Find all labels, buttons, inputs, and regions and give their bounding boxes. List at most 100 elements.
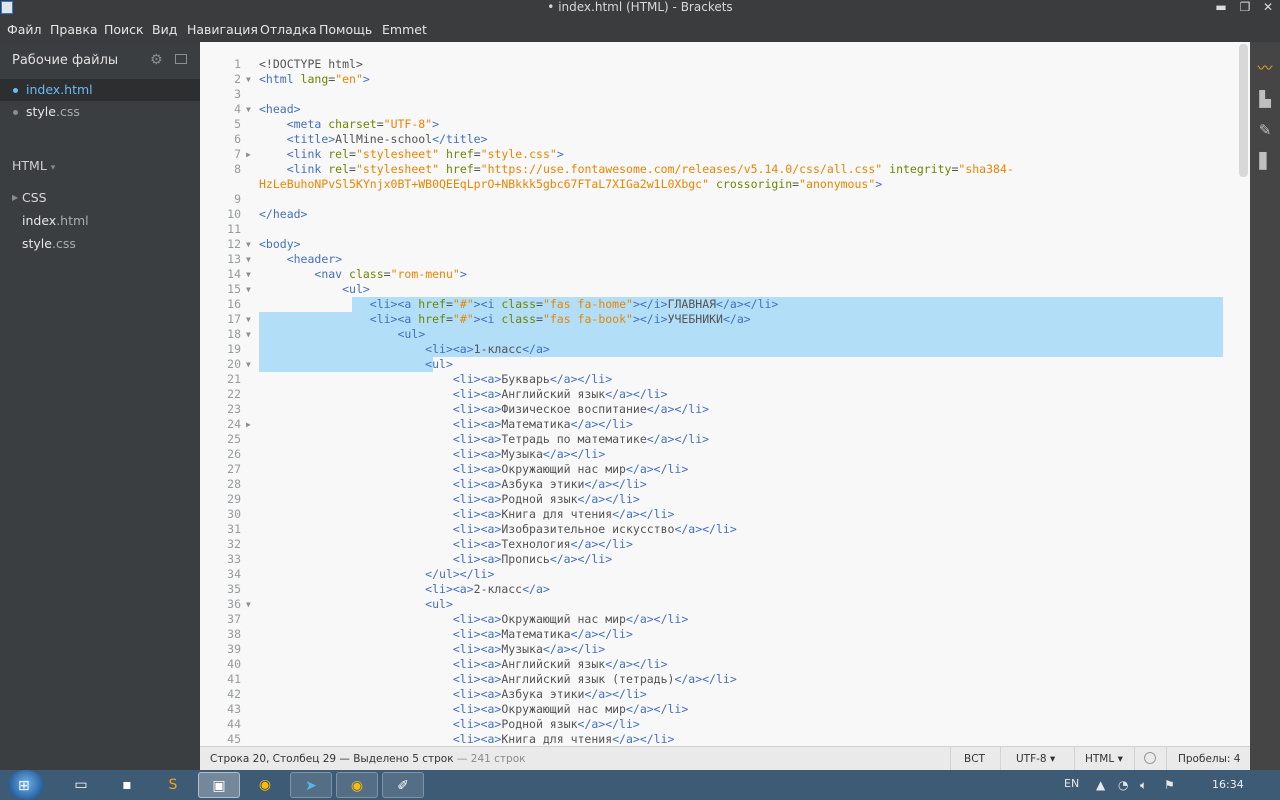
editor-scrollbar[interactable]: [1237, 42, 1250, 746]
tray-expand-icon[interactable]: ▲: [1096, 778, 1105, 792]
chrome-window-icon[interactable]: ◉: [336, 772, 378, 798]
insert-mode-toggle[interactable]: ВСТ: [964, 747, 985, 771]
fold-collapsed-icon[interactable]: ▶: [246, 417, 251, 432]
indent-setting[interactable]: Пробелы: 4: [1178, 747, 1240, 771]
fold-expanded-icon[interactable]: ▼: [246, 597, 251, 612]
line-number: 41: [227, 672, 241, 686]
code-token: УЧЕБНИКИ: [667, 312, 723, 326]
line-number: 22: [227, 387, 241, 401]
live-preview-icon[interactable]: 〰: [1255, 58, 1275, 78]
fold-expanded-icon[interactable]: ▼: [246, 267, 251, 282]
menu-edit[interactable]: Правка: [50, 22, 98, 37]
code-editor[interactable]: 1 <!DOCTYPE html> 2 ▼ <html lang="en"> 3 4 ▼ <he…: [200, 42, 1250, 746]
encoding-dropdown[interactable]: UTF-8 ▾: [1016, 747, 1055, 771]
code-text: <li><a>Пропись</a></li>: [259, 552, 612, 567]
code-token: <li><a>: [452, 702, 502, 716]
tree-file-index-html[interactable]: index.html: [0, 211, 200, 231]
code-token: <li><a>: [452, 417, 502, 431]
menu-navigation[interactable]: Навигация: [187, 22, 258, 37]
code-token: >: [875, 177, 883, 191]
code-token: <ul>: [397, 327, 426, 341]
windows-logo-icon: ⊞: [18, 778, 30, 794]
clock[interactable]: 16:34: [1212, 778, 1244, 791]
extension-manager-icon[interactable]: ▙: [1255, 89, 1275, 109]
book-icon[interactable]: ▋: [1255, 151, 1275, 171]
code-text: <li><a>Английский язык</a></li>: [259, 657, 668, 672]
fold-expanded-icon[interactable]: ▼: [246, 282, 251, 297]
fold-expanded-icon[interactable]: ▼: [246, 327, 251, 342]
code-token: <link: [286, 147, 329, 161]
line-number: 34: [227, 567, 241, 581]
code-lines: 1 <!DOCTYPE html> 2 ▼ <html lang="en"> 3 4 ▼ <he…: [200, 57, 1250, 746]
close-button[interactable]: ✕: [1257, 0, 1279, 16]
code-token: "stylesheet": [355, 162, 440, 176]
magic-wand-icon[interactable]: ✎: [1255, 120, 1275, 140]
line-number: 20: [227, 357, 241, 371]
code-text: <body>: [259, 237, 301, 252]
code-token: >: [432, 117, 440, 131]
telegram-icon[interactable]: ➤: [290, 772, 332, 798]
code-text: <link rel="stylesheet" href="https://use…: [259, 162, 1014, 177]
paint-icon[interactable]: ✐: [382, 772, 424, 798]
minimize-button[interactable]: ▬: [1210, 0, 1232, 16]
language-dropdown[interactable]: HTML ▾: [1085, 747, 1123, 771]
code-line: 33 <li><a>Пропись</a></li>: [200, 552, 1250, 567]
brackets-taskbar-icon[interactable]: ▣: [198, 772, 240, 798]
code-token: <li><a>: [452, 447, 502, 461]
line-number: 6: [234, 132, 241, 146]
menu-help[interactable]: Помощь: [319, 22, 372, 37]
code-text: <title>AllMine-school</title>: [259, 132, 488, 147]
flag-icon[interactable]: ⚑: [1164, 778, 1175, 792]
code-token: <head>: [259, 102, 301, 116]
linter-status-icon[interactable]: [1144, 752, 1156, 764]
split-view-icon[interactable]: [175, 54, 187, 64]
fold-expanded-icon[interactable]: ▼: [246, 357, 251, 372]
code-token: "style.css": [480, 147, 557, 161]
code-text: <li><a>Английский язык</a></li>: [259, 387, 668, 402]
working-file-label: style.css: [26, 104, 80, 119]
menu-file[interactable]: Файл: [7, 22, 42, 37]
tree-folder-css[interactable]: ▶ CSS: [0, 188, 200, 208]
line-number: 17: [227, 312, 241, 326]
language-indicator[interactable]: EN: [1064, 777, 1079, 790]
chrome-icon[interactable]: ◉: [244, 772, 286, 798]
menu-search[interactable]: Поиск: [104, 22, 144, 37]
working-file-style-css[interactable]: style.css: [0, 101, 200, 123]
code-token: class: [349, 267, 384, 281]
menu-debug[interactable]: Отладка: [260, 22, 317, 37]
volume-icon[interactable]: 🔈︎: [1140, 778, 1147, 793]
menu-emmet[interactable]: Emmet: [382, 22, 427, 37]
line-number: 43: [227, 702, 241, 716]
code-token: lang: [300, 72, 329, 86]
start-button[interactable]: ⊞: [8, 770, 44, 800]
scrollbar-thumb[interactable]: [1239, 44, 1248, 177]
fold-expanded-icon[interactable]: ▼: [246, 72, 251, 87]
fold-expanded-icon[interactable]: ▼: [246, 102, 251, 117]
menu-view[interactable]: Вид: [152, 22, 177, 37]
fold-expanded-icon[interactable]: ▼: [246, 252, 251, 267]
code-token: <li><a>: [425, 582, 474, 596]
code-line: 43 <li><a>Окружающий нас мир</a></li>: [200, 702, 1250, 717]
code-line: 12 ▼ <body>: [200, 237, 1250, 252]
fold-collapsed-icon[interactable]: ▶: [246, 147, 251, 162]
gear-icon[interactable]: ⚙: [150, 52, 163, 68]
file-explorer-icon[interactable]: ▭: [60, 772, 102, 798]
fold-expanded-icon[interactable]: ▼: [246, 237, 251, 252]
sublime-text-icon[interactable]: S: [152, 772, 194, 798]
maximize-button[interactable]: ❐: [1234, 0, 1256, 16]
line-number: 27: [227, 462, 241, 476]
code-token: <li><a>: [452, 657, 502, 671]
fold-expanded-icon[interactable]: ▼: [246, 312, 251, 327]
project-dropdown[interactable]: HTML ▾: [12, 158, 55, 173]
line-number: 10: [227, 207, 241, 221]
network-icon[interactable]: ◔: [1118, 778, 1128, 792]
working-file-index-html[interactable]: index.html: [0, 79, 200, 101]
terminal-icon[interactable]: ▪: [106, 772, 148, 798]
code-token: <li><a>: [452, 387, 502, 401]
tree-file-style-css[interactable]: style.css: [0, 234, 200, 254]
